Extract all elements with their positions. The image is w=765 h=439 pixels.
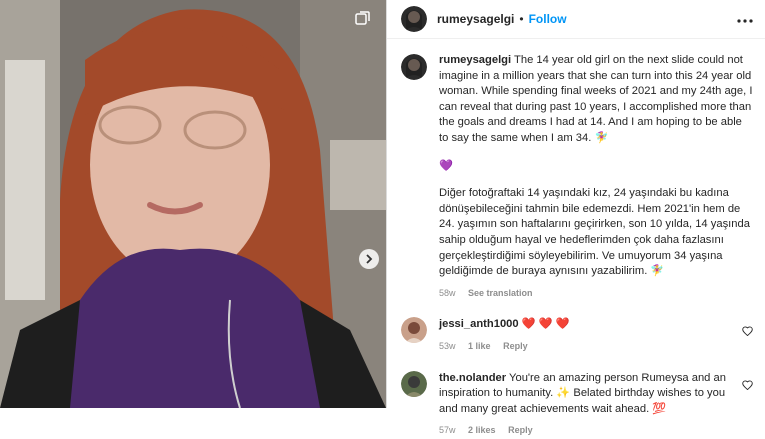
- chevron-right-icon: [366, 254, 373, 264]
- username-link[interactable]: rumeysagelgi: [437, 12, 514, 26]
- avatar[interactable]: [401, 54, 427, 80]
- more-options-button[interactable]: [737, 10, 753, 28]
- follow-button[interactable]: Follow: [529, 12, 567, 26]
- avatar[interactable]: [401, 370, 427, 397]
- comment-item: the.nolander You're an amazing person Ru…: [401, 370, 753, 439]
- comment-body: ❤️ ❤️ ❤️: [521, 318, 570, 331]
- reply-button[interactable]: Reply: [508, 425, 533, 435]
- avatar[interactable]: [401, 317, 427, 344]
- comment-meta: 53w 1 like Reply: [439, 339, 731, 355]
- avatar[interactable]: [401, 6, 427, 32]
- post-photo[interactable]: [0, 0, 386, 408]
- heart-outline-icon[interactable]: [742, 323, 753, 341]
- comment-item: jessi_anth1000 ❤️ ❤️ ❤️ 53w 1 like Reply: [401, 317, 753, 354]
- caption-username[interactable]: rumeysagelgi: [439, 54, 511, 66]
- comments-area: rumeysagelgi The 14 year old girl on the…: [387, 39, 765, 439]
- separator-dot: •: [519, 12, 524, 26]
- post-header: rumeysagelgi • Follow: [387, 0, 765, 39]
- caption: rumeysagelgi The 14 year old girl on the…: [401, 53, 753, 301]
- portrait-image: [0, 0, 386, 408]
- reply-button[interactable]: Reply: [503, 341, 528, 351]
- comment-username[interactable]: the.nolander: [439, 372, 506, 384]
- comment-username[interactable]: jessi_anth1000: [439, 318, 519, 330]
- post-detail-panel: rumeysagelgi • Follow rumeysagelgi The 1…: [386, 0, 765, 435]
- comment-text: the.nolander You're an amazing person Ru…: [439, 371, 753, 439]
- comment-age[interactable]: 57w: [439, 425, 456, 435]
- purple-heart-emoji: 💜: [439, 159, 453, 172]
- caption-text: rumeysagelgi The 14 year old girl on the…: [439, 53, 753, 301]
- comment-age[interactable]: 53w: [439, 341, 456, 351]
- comment-likes[interactable]: 1 like: [468, 341, 491, 351]
- comment-text: jessi_anth1000 ❤️ ❤️ ❤️ 53w 1 like Reply: [439, 317, 753, 354]
- next-slide-button[interactable]: [359, 249, 379, 269]
- more-icon: [737, 19, 753, 23]
- caption-english: The 14 year old girl on the next slide c…: [439, 54, 753, 144]
- carousel-icon: [355, 10, 371, 26]
- caption-turkish: Diğer fotoğraftaki 14 yaşındaki kız, 24 …: [439, 187, 750, 278]
- see-translation-link[interactable]: See translation: [468, 288, 533, 298]
- comment-meta: 57w 2 likes Reply: [439, 423, 731, 439]
- heart-outline-icon[interactable]: [742, 377, 753, 395]
- caption-meta: 58w See translation: [439, 286, 753, 302]
- post-age[interactable]: 58w: [439, 288, 456, 298]
- comment-likes[interactable]: 2 likes: [468, 425, 496, 435]
